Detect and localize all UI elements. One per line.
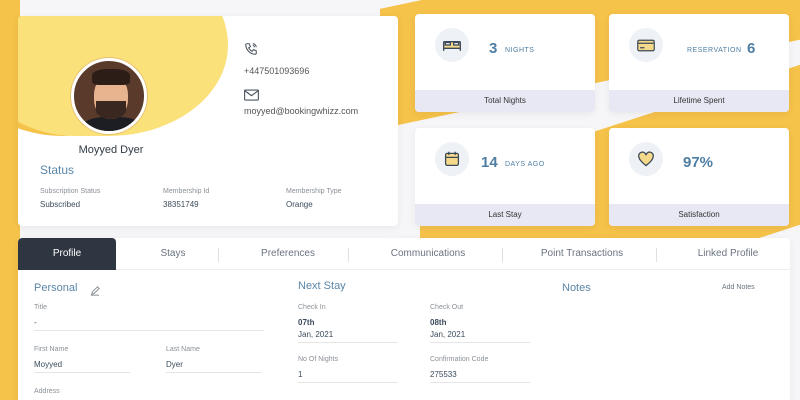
membership-id-value: 38351749	[163, 200, 199, 209]
tab-linked-profile[interactable]: Linked Profile	[666, 238, 790, 270]
add-notes-button[interactable]: Add Notes	[722, 284, 755, 291]
last-name-field[interactable]: Dyer	[166, 360, 183, 369]
field-underline	[166, 372, 262, 373]
check-in-day: 07th	[298, 318, 315, 327]
profile-name: Moyyed Dyer	[78, 144, 144, 156]
confirmation-code-value: 275533	[430, 370, 457, 379]
nights-value: 1	[298, 370, 303, 379]
first-name-label: First Name	[34, 346, 69, 353]
stat-value: 14	[481, 154, 498, 171]
credit-card-icon	[629, 28, 663, 62]
calendar-icon	[435, 142, 469, 176]
tab-point-transactions[interactable]: Point Transactions	[512, 238, 652, 270]
mail-icon	[244, 88, 259, 106]
bed-icon	[435, 28, 469, 62]
check-out-month-year: Jan, 2021	[430, 330, 466, 339]
last-name-label: Last Name	[166, 346, 200, 353]
membership-id-label: Membership Id	[163, 188, 210, 195]
next-stay-title: Next Stay	[298, 280, 346, 292]
tab-stays[interactable]: Stays	[128, 238, 218, 270]
personal-title: Personal	[34, 282, 78, 294]
stat-card-satisfaction: 97% Satisfaction	[609, 128, 789, 226]
confirmation-code-label: Confirmation Code	[430, 356, 489, 363]
title-label: Title	[34, 304, 47, 311]
tab-communications[interactable]: Communications	[358, 238, 498, 270]
field-underline	[430, 342, 530, 343]
stat-card-lifetime-spent: RESERVATION 6 Lifetime Spent	[609, 14, 789, 112]
stat-unit: NIGHTS	[505, 47, 535, 54]
stat-footer: Last Stay	[415, 204, 595, 226]
tab-divider	[656, 248, 657, 262]
tab-preferences[interactable]: Preferences	[228, 238, 348, 270]
tab-divider	[502, 248, 503, 262]
stat-value: 6	[747, 40, 756, 57]
stat-value: 3	[489, 40, 498, 57]
membership-type-value: Orange	[286, 200, 313, 209]
notes-title: Notes	[562, 282, 591, 294]
avatar[interactable]	[71, 58, 147, 134]
first-name-field[interactable]: Moyyed	[34, 360, 62, 369]
heart-icon	[629, 142, 663, 176]
stat-footer: Total Nights	[415, 90, 595, 112]
check-in-month-year: Jan, 2021	[298, 330, 334, 339]
profile-details-panel: Profile Stays Preferences Communications…	[18, 238, 790, 400]
title-field[interactable]: -	[34, 318, 37, 327]
field-underline	[34, 372, 130, 373]
stat-card-total-nights: 3 NIGHTS Total Nights	[415, 14, 595, 112]
tab-divider	[348, 248, 349, 262]
membership-type-label: Membership Type	[286, 188, 342, 195]
stat-unit: RESERVATION	[687, 47, 742, 54]
subscription-status-label: Subscription Status	[40, 188, 101, 195]
tab-divider	[218, 248, 219, 262]
check-out-day: 08th	[430, 318, 447, 327]
stat-footer: Lifetime Spent	[609, 90, 789, 112]
phone-icon	[244, 42, 258, 61]
background-shape-left	[0, 0, 20, 400]
status-title: Status	[40, 163, 75, 177]
tab-profile[interactable]: Profile	[18, 238, 116, 270]
field-underline	[34, 330, 264, 331]
edit-icon[interactable]	[90, 283, 100, 301]
profile-card: Moyyed Dyer +447501093696 moyyed@booking…	[18, 16, 398, 226]
field-underline	[430, 382, 530, 383]
stat-unit: DAYS AGO	[505, 161, 545, 168]
tab-bar: Profile Stays Preferences Communications…	[18, 238, 790, 270]
field-underline	[298, 342, 398, 343]
check-out-label: Check Out	[430, 304, 464, 311]
subscription-status-value: Subscribed	[40, 200, 81, 209]
field-underline	[298, 382, 398, 383]
address-label: Address	[34, 388, 60, 395]
phone-number[interactable]: +447501093696	[244, 66, 309, 76]
stat-value: 97%	[683, 154, 714, 171]
stat-card-last-stay: 14 DAYS AGO Last Stay	[415, 128, 595, 226]
stat-footer: Satisfaction	[609, 204, 789, 226]
nights-label: No Of Nights	[298, 356, 339, 363]
check-in-label: Check In	[298, 304, 326, 311]
email-address[interactable]: moyyed@bookingwhizz.com	[244, 106, 358, 116]
